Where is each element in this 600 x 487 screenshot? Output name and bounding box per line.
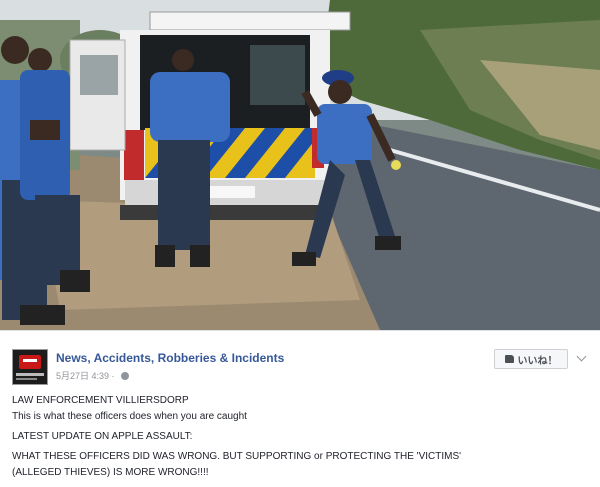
post-text-line: This is what these officers does when yo… [12,411,247,422]
post-text-line: (ALLEGED THIEVES) IS MORE WRONG!!!! [12,467,209,478]
avatar-stripe-2 [16,378,37,380]
post-text-line: LATEST UPDATE ON APPLE ASSAULT: [12,431,193,442]
post-text-line: WHAT THESE OFFICERS DID WAS WRONG. BUT S… [12,451,462,462]
chevron-down-icon[interactable] [576,351,587,362]
post-text-line: LAW ENFORCEMENT VILLIERSDORP [12,395,189,406]
tv-logo-icon [19,355,41,369]
facebook-post: News, Accidents, Robberies & Incidents 5… [0,0,600,487]
post-photo[interactable] [0,0,600,330]
post-timestamp[interactable]: 5月27日 4:39 · [56,369,130,382]
thumb-icon [504,355,514,363]
like-label: いいね！ [517,355,558,367]
page-avatar[interactable] [12,349,48,385]
page-name-link[interactable]: News, Accidents, Robberies & Incidents [56,351,284,365]
post-body: News, Accidents, Robberies & Incidents 5… [0,330,600,487]
avatar-stripe [16,373,44,376]
timestamp-text: 5月27日 4:39 · [56,371,118,381]
like-page-button[interactable]: いいね！ [494,349,568,369]
globe-icon [121,372,130,380]
